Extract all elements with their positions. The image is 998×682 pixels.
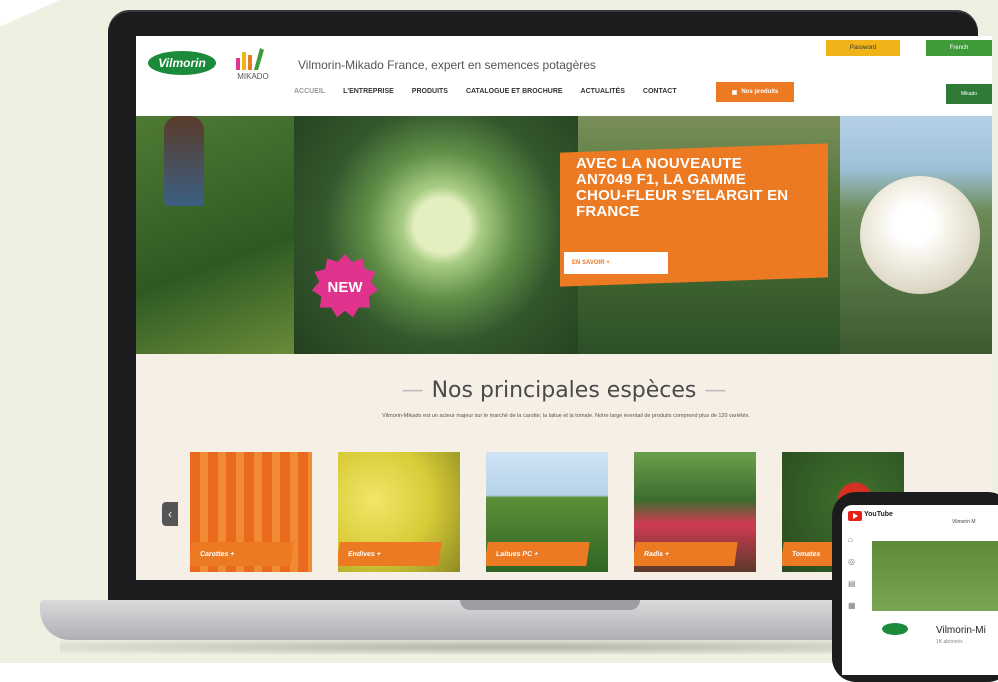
youtube-header-right: Vilmorin M xyxy=(952,519,976,525)
home-icon[interactable]: ⌂ xyxy=(848,535,858,545)
mikado-logo[interactable]: MIKADO xyxy=(228,46,278,86)
channel-name[interactable]: Vilmorin-Mi xyxy=(936,625,986,636)
vilmorin-logo[interactable]: Vilmorin xyxy=(148,51,216,75)
hero-photo-cauliflower xyxy=(840,116,992,354)
species-card-carottes[interactable]: Carottes + xyxy=(190,452,312,572)
nav-actualites[interactable]: ACTUALITÉS xyxy=(581,88,625,102)
library-icon[interactable]: ▦ xyxy=(848,601,858,611)
species-card-label: Laitues PC + xyxy=(486,542,590,566)
species-card-label: Radis + xyxy=(634,542,738,566)
cauliflower-head xyxy=(860,176,980,294)
youtube-logo-icon[interactable] xyxy=(848,511,862,521)
nav-produits[interactable]: PRODUITS xyxy=(412,88,448,102)
box-icon: ▣ xyxy=(731,89,738,96)
nos-produits-label: Nos produits xyxy=(741,89,779,95)
species-card-endives[interactable]: Endives + xyxy=(338,452,460,572)
subscriptions-icon[interactable]: ▤ xyxy=(848,579,858,589)
hero-photo-cabbage xyxy=(294,116,578,354)
channel-subscribers: 1K abonnés xyxy=(936,639,963,645)
language-button[interactable]: French xyxy=(926,40,992,56)
hero-photo-field xyxy=(136,116,294,354)
farmer-figure xyxy=(164,116,204,206)
mikado-logo-text: MIKADO xyxy=(237,72,269,81)
password-button[interactable]: Password xyxy=(826,40,900,56)
title-dash-left: — xyxy=(401,378,424,403)
species-card-radis[interactable]: Radis + xyxy=(634,452,756,572)
section-title: — Nos principales espèces — xyxy=(136,378,992,403)
youtube-wordmark: YouTube xyxy=(864,511,893,518)
laptop-shadow xyxy=(60,640,960,654)
species-card-label: Carottes + xyxy=(190,542,294,566)
nos-produits-button[interactable]: ▣ Nos produits xyxy=(716,82,794,102)
promo-cta-button[interactable]: EN SAVOIR + xyxy=(564,252,668,274)
hero-banner: NEW AVEC LA NOUVEAUTE AN7049 F1, LA GAMM… xyxy=(136,116,992,354)
main-nav: ACCUEIL L'ENTREPRISE PRODUITS CATALOGUE … xyxy=(294,88,677,102)
site-tagline: Vilmorin-Mikado France, expert en semenc… xyxy=(298,58,596,72)
nav-accueil[interactable]: ACCUEIL xyxy=(294,88,325,102)
laptop-notch xyxy=(460,600,640,610)
mikado-side-button[interactable]: Mikado xyxy=(946,84,992,104)
species-card-laitues[interactable]: Laitues PC + xyxy=(486,452,608,572)
mikado-logo-icon xyxy=(236,48,264,70)
section-title-text: Nos principales espèces xyxy=(431,378,697,403)
carousel-prev-button[interactable]: ‹ xyxy=(162,502,178,526)
species-card-label: Endives + xyxy=(338,542,442,566)
youtube-sidebar: ⌂ ◎ ▤ ▦ xyxy=(842,527,864,675)
section-description: Vilmorin-Mikado est un acteur majeur sur… xyxy=(382,413,750,419)
nav-entreprise[interactable]: L'ENTREPRISE xyxy=(343,88,394,102)
channel-logo[interactable] xyxy=(882,623,908,635)
explore-icon[interactable]: ◎ xyxy=(848,557,858,567)
youtube-topbar: YouTube Vilmorin M xyxy=(842,505,998,527)
channel-banner xyxy=(872,541,998,611)
nav-contact[interactable]: CONTACT xyxy=(643,88,677,102)
promo-headline: AVEC LA NOUVEAUTE AN7049 F1, LA GAMME CH… xyxy=(576,155,789,220)
site-header: Vilmorin MIKADO Vilmorin-Mikado France, … xyxy=(136,36,992,116)
phone-screen: YouTube Vilmorin M ⌂ ◎ ▤ ▦ Vilmorin-Mi 1… xyxy=(842,505,998,675)
title-dash-right: — xyxy=(704,378,727,403)
nav-catalogue[interactable]: CATALOGUE ET BROCHURE xyxy=(466,88,563,102)
